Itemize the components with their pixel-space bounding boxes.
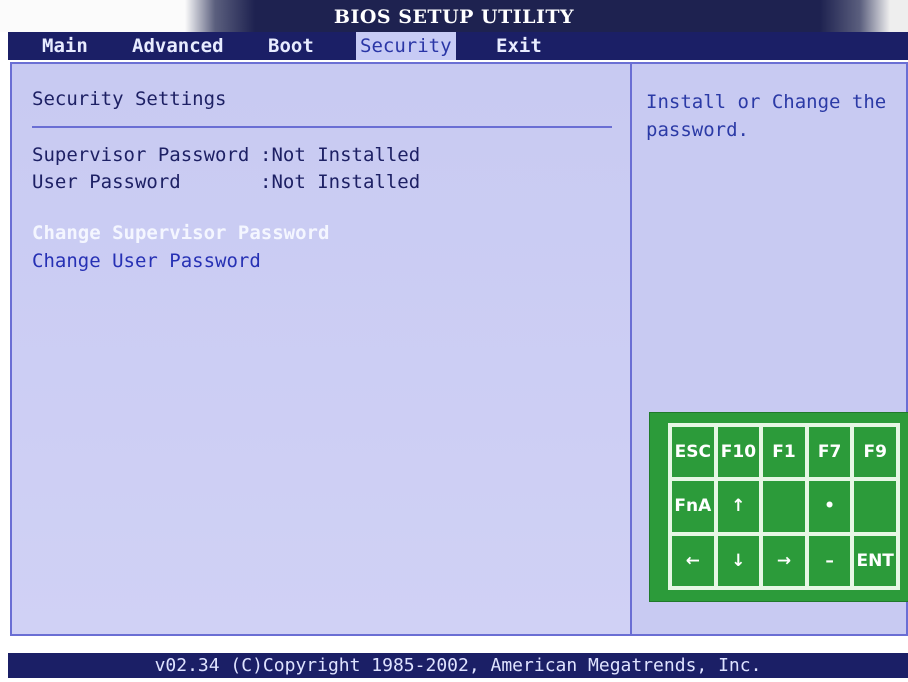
tab-security[interactable]: Security (356, 32, 456, 60)
empty-key (852, 479, 898, 534)
change-user-password-option[interactable]: Change User Password (32, 250, 261, 272)
main-frame: Security Settings Supervisor Password :N… (10, 62, 908, 636)
user-password-status: :Not Installed (260, 171, 421, 193)
tab-main[interactable]: Main (38, 32, 92, 60)
tab-exit[interactable]: Exit (492, 32, 546, 60)
settings-panel: Security Settings Supervisor Password :N… (12, 64, 630, 634)
menu-bar: Main Advanced Boot Security Exit (8, 32, 908, 60)
f7-key: F7 (806, 425, 853, 480)
section-divider (32, 126, 612, 128)
key-legend: ESC F10 F1 F7 F9 FnA ↑ • ← ↓ → – ENT (649, 412, 908, 602)
supervisor-password-label: Supervisor Password (32, 144, 250, 166)
minus-key-icon: – (806, 533, 853, 588)
title-bar: BIOS SETUP UTILITY (0, 0, 908, 32)
help-text: Install or Change the password. (646, 91, 887, 141)
fna-key: FnA (670, 479, 716, 534)
tab-boot[interactable]: Boot (264, 32, 318, 60)
change-supervisor-password-option[interactable]: Change Supervisor Password (32, 222, 329, 244)
enter-key: ENT (852, 533, 898, 588)
f10-key: F10 (715, 425, 762, 480)
arrow-right-icon: → (761, 533, 807, 588)
arrow-left-icon: ← (670, 533, 716, 588)
tab-advanced[interactable]: Advanced (128, 32, 228, 60)
f9-key: F9 (852, 425, 898, 480)
section-title: Security Settings (32, 88, 227, 110)
help-panel: Install or Change the password. ESC F10 … (630, 64, 908, 634)
arrow-down-icon: ↓ (715, 533, 762, 588)
empty-key (761, 479, 807, 534)
arrow-up-icon: ↑ (715, 479, 762, 534)
footer-bar: v02.34 (C)Copyright 1985-2002, American … (8, 653, 908, 678)
f1-key: F1 (761, 425, 807, 480)
user-password-label: User Password (32, 171, 181, 193)
esc-key: ESC (670, 425, 716, 480)
copyright-text: v02.34 (C)Copyright 1985-2002, American … (154, 655, 762, 676)
supervisor-password-status: :Not Installed (260, 144, 421, 166)
key-legend-grid: ESC F10 F1 F7 F9 FnA ↑ • ← ↓ → – ENT (668, 423, 900, 590)
plus-key-icon: • (806, 479, 853, 534)
app-title: BIOS SETUP UTILITY (333, 6, 575, 28)
